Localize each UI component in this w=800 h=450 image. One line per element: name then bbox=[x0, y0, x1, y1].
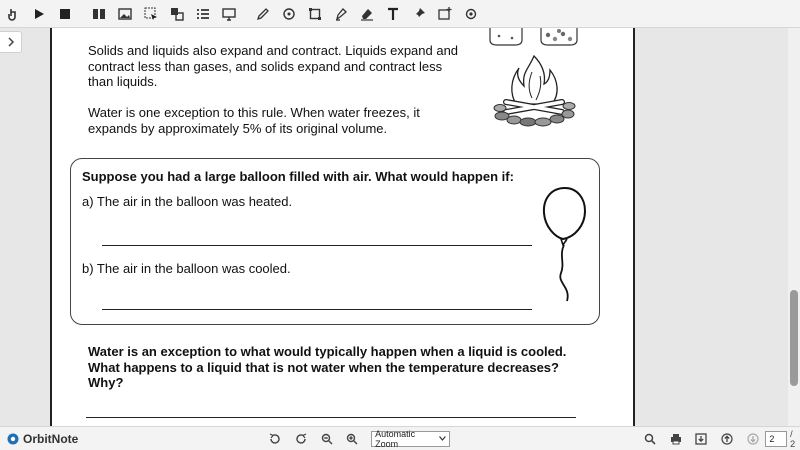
image-icon[interactable] bbox=[112, 1, 138, 27]
sidebar-toggle-button[interactable] bbox=[0, 31, 22, 53]
answer-line-a[interactable] bbox=[102, 245, 532, 246]
page-total: / 2 bbox=[790, 428, 796, 449]
list-icon[interactable] bbox=[190, 1, 216, 27]
question-a: a) The air in the balloon was heated. bbox=[82, 194, 293, 209]
rotate-left-icon[interactable] bbox=[263, 428, 289, 450]
question-title: Suppose you had a large balloon filled w… bbox=[82, 169, 514, 184]
pin-icon[interactable] bbox=[406, 1, 432, 27]
rotate-right-icon[interactable] bbox=[288, 428, 314, 450]
hand-tool-icon[interactable] bbox=[0, 1, 26, 27]
bottom-toolbar: OrbitNote Automatic Zoom 2 / 2 bbox=[0, 426, 800, 450]
book-icon[interactable] bbox=[86, 1, 112, 27]
balloon-illustration bbox=[542, 186, 587, 302]
orbitnote-logo: OrbitNote bbox=[6, 432, 78, 446]
vertical-scrollbar[interactable] bbox=[788, 28, 800, 426]
chevron-right-icon bbox=[7, 37, 14, 47]
marker-icon[interactable] bbox=[328, 1, 354, 27]
logo-text: OrbitNote bbox=[23, 431, 79, 446]
question-b: b) The air in the balloon was cooled. bbox=[82, 261, 291, 276]
screen-icon[interactable] bbox=[216, 1, 242, 27]
zoom-select-value: Automatic Zoom bbox=[375, 428, 416, 449]
download-icon[interactable] bbox=[689, 428, 715, 450]
document-page: Solids and liquids also expand and contr… bbox=[50, 28, 635, 426]
paragraph-water-exception: Water is one exception to this rule. Whe… bbox=[88, 105, 420, 136]
pen-icon[interactable] bbox=[250, 1, 276, 27]
next-page-icon[interactable] bbox=[740, 428, 766, 450]
stop-icon[interactable] bbox=[52, 1, 78, 27]
add-image-icon[interactable] bbox=[432, 1, 458, 27]
zoom-in-icon[interactable] bbox=[339, 428, 365, 450]
crop-icon[interactable] bbox=[302, 1, 328, 27]
play-icon[interactable] bbox=[26, 1, 52, 27]
eraser-icon[interactable] bbox=[354, 1, 380, 27]
campfire-illustration bbox=[493, 54, 576, 127]
settings-icon[interactable] bbox=[458, 1, 484, 27]
text-icon[interactable] bbox=[380, 1, 406, 27]
zoom-out-icon[interactable] bbox=[314, 428, 340, 450]
answer-line-b[interactable] bbox=[102, 309, 532, 310]
water-exception-question: Water is an exception to what would typi… bbox=[88, 344, 567, 390]
answer-line-water[interactable] bbox=[86, 417, 576, 418]
shape-icon[interactable] bbox=[276, 1, 302, 27]
jars-illustration bbox=[489, 28, 578, 46]
orbitnote-logo-icon bbox=[7, 433, 19, 444]
scroll-thumb[interactable] bbox=[790, 290, 798, 386]
search-icon[interactable] bbox=[637, 428, 663, 450]
select-icon[interactable] bbox=[138, 1, 164, 27]
chevron-down-icon bbox=[439, 436, 447, 441]
zoom-select[interactable]: Automatic Zoom bbox=[371, 428, 451, 449]
translate-icon[interactable] bbox=[164, 1, 190, 27]
print-icon[interactable] bbox=[663, 428, 689, 450]
question-box: Suppose you had a large balloon filled w… bbox=[70, 158, 600, 325]
page-number-input[interactable]: 2 bbox=[765, 430, 788, 447]
top-toolbar bbox=[0, 0, 800, 28]
previous-page-icon[interactable] bbox=[714, 428, 740, 450]
paragraph-expansion: Solids and liquids also expand and contr… bbox=[88, 43, 459, 89]
